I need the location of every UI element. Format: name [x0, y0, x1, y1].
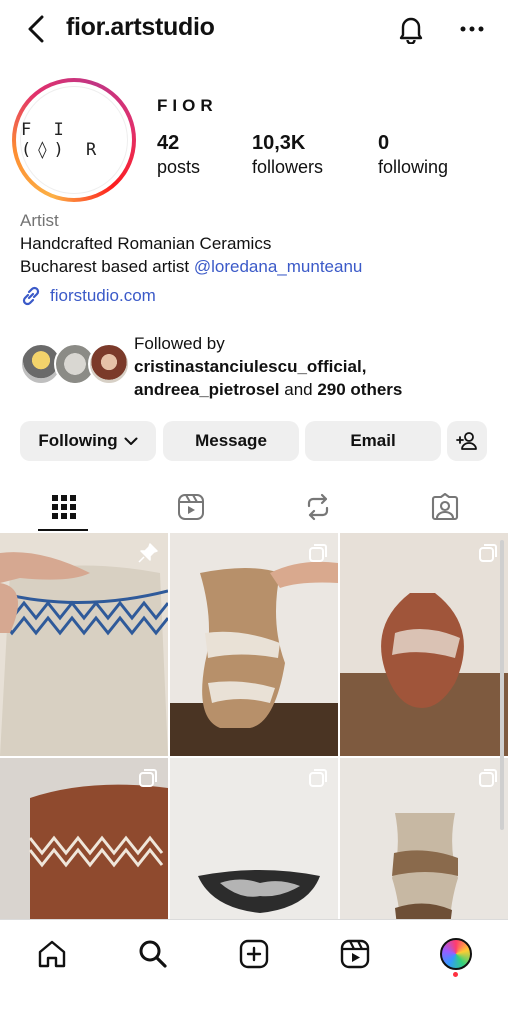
posts-stat[interactable]: 42 posts — [157, 132, 200, 178]
followed-by-user: andreea_pietrosel — [134, 380, 280, 399]
chevron-down-icon — [124, 437, 138, 445]
followers-count: 10,3K — [252, 132, 306, 154]
following-count: 0 — [378, 132, 390, 154]
reels-icon — [177, 494, 204, 520]
tab-tagged[interactable] — [381, 482, 508, 532]
post-thumbnail[interactable] — [340, 758, 508, 919]
tagged-icon — [431, 493, 458, 521]
mutual-followers-avatars[interactable] — [20, 343, 130, 387]
nav-reels[interactable] — [333, 932, 377, 976]
bio-text: Bucharest based artist — [20, 257, 194, 276]
followed-by-text[interactable]: Followed by cristinastanciulescu_officia… — [134, 332, 494, 401]
followers-label: followers — [252, 157, 324, 177]
post-thumbnail[interactable] — [340, 533, 508, 756]
email-button-label: Email — [350, 431, 396, 450]
suggested-users-button[interactable] — [447, 421, 487, 461]
email-button[interactable]: Email — [305, 421, 441, 461]
following-button[interactable]: Following — [20, 421, 156, 461]
profile-category: Artist — [20, 211, 59, 230]
link-icon — [22, 286, 40, 306]
reels-icon — [340, 939, 370, 969]
carousel-icon — [479, 769, 497, 787]
notification-dot — [453, 972, 458, 977]
following-button-label: Following — [38, 431, 118, 450]
nav-search[interactable] — [131, 932, 175, 976]
avatar — [88, 343, 130, 385]
bio-line: Bucharest based artist @loredana_muntean… — [20, 257, 362, 277]
nav-home[interactable] — [30, 932, 74, 976]
grid-icon — [51, 495, 76, 519]
posts-label: posts — [157, 157, 201, 177]
ceramic-vase-photo — [0, 533, 168, 756]
chevron-left-icon — [28, 15, 44, 43]
followers-stat[interactable]: 10,3K followers — [252, 132, 323, 178]
website-link[interactable]: fiorstudio.com — [20, 285, 156, 307]
scrollbar[interactable] — [500, 540, 504, 830]
followed-by-connector: and — [279, 380, 318, 399]
post-thumbnail[interactable] — [170, 758, 338, 919]
followed-by-label: Followed by — [134, 334, 225, 353]
create-icon — [239, 939, 269, 969]
add-person-icon — [456, 432, 477, 450]
notifications-button[interactable] — [395, 13, 427, 45]
story-ring[interactable]: F I (◊) R — [12, 78, 136, 202]
following-stat[interactable]: 0 following — [378, 132, 448, 178]
post-thumbnail[interactable] — [0, 533, 168, 756]
bottom-navigation — [0, 919, 508, 1024]
bio-line: Handcrafted Romanian Ceramics — [20, 234, 272, 253]
carousel-icon — [309, 544, 327, 562]
carousel-icon — [309, 769, 327, 787]
home-icon — [38, 940, 66, 968]
message-button[interactable]: Message — [163, 421, 299, 461]
more-horizontal-icon — [460, 26, 484, 32]
carousel-icon — [139, 769, 157, 787]
website-link-text: fiorstudio.com — [50, 286, 156, 305]
bio-mention-link[interactable]: @loredana_munteanu — [194, 257, 363, 276]
ceramic-vase-photo — [340, 533, 508, 756]
back-button[interactable] — [22, 14, 50, 44]
nav-create[interactable] — [232, 932, 276, 976]
tab-posts[interactable] — [0, 482, 127, 532]
tab-reels[interactable] — [127, 482, 254, 532]
tab-reposts[interactable] — [254, 482, 381, 532]
nav-profile[interactable] — [434, 932, 478, 976]
post-thumbnail[interactable] — [0, 758, 168, 919]
followed-by-others: 290 others — [317, 380, 403, 399]
reposts-icon — [307, 493, 328, 521]
carousel-icon — [479, 544, 497, 562]
message-button-label: Message — [195, 431, 267, 450]
more-options-button[interactable] — [456, 13, 488, 45]
active-tab-indicator — [38, 529, 88, 531]
profile-avatar: F I (◊) R — [20, 86, 128, 194]
search-icon — [139, 940, 167, 968]
ceramic-vase-photo — [170, 533, 338, 756]
profile-username[interactable]: fior.artstudio — [66, 13, 215, 42]
display-name: FIOR — [157, 96, 218, 115]
profile-tabs — [0, 482, 508, 532]
header: fior.artstudio — [0, 0, 508, 58]
posts-grid — [0, 533, 508, 919]
following-label: following — [378, 157, 449, 177]
post-thumbnail[interactable] — [170, 533, 338, 756]
followed-by-user: cristinastanciulescu_official, — [134, 357, 367, 376]
bell-icon — [399, 17, 423, 44]
profile-avatar — [440, 938, 472, 970]
pin-icon — [138, 543, 158, 563]
posts-count: 42 — [157, 132, 180, 154]
